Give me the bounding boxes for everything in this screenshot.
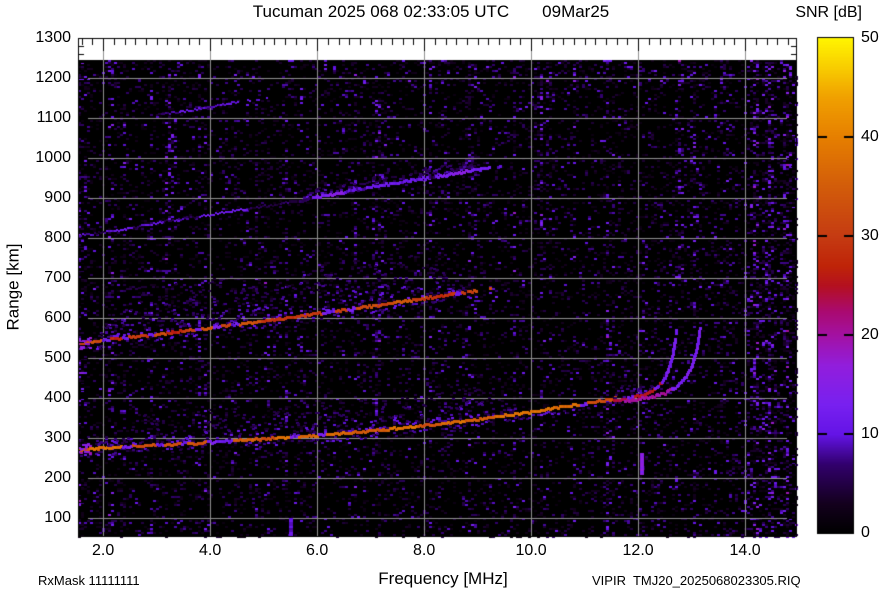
title-station-datetime: Tucuman 2025 068 02:33:05 UTC [252, 2, 510, 21]
rx-mask-label: RxMask 11111111 [38, 573, 140, 588]
page-title: Tucuman 2025 068 02:33:05 UTC 09Mar25 [0, 2, 862, 22]
ionogram-page: Tucuman 2025 068 02:33:05 UTC 09Mar25 SNR… [0, 0, 884, 595]
y-tick-label: 200 [44, 468, 71, 486]
colorbar-tick-label: 50 [861, 29, 879, 46]
colorbar-tick-label: 10 [861, 425, 879, 442]
colorbar-tick-label: 40 [861, 128, 879, 145]
y-tick-label: 500 [44, 348, 71, 366]
colorbar-tick-label: 30 [861, 227, 879, 244]
colorbar-tick-label: 0 [861, 524, 870, 541]
x-tick-label: 6.0 [306, 542, 329, 559]
title-date-short: 09Mar25 [542, 2, 610, 21]
y-tick-label: 600 [44, 308, 71, 326]
x-axis-title: Frequency [MHz] [378, 569, 508, 588]
y-tick-label: 1300 [35, 29, 71, 46]
x-tick-label: 8.0 [413, 542, 436, 559]
y-tick-label: 300 [44, 428, 71, 446]
colorbar-tick-label: 20 [861, 326, 879, 343]
data-file-label: VIPIR TMJ20_2025068023305.RIQ [592, 573, 801, 588]
y-tick-label: 1200 [35, 68, 71, 86]
y-tick-label: 700 [44, 268, 71, 286]
y-tick-label: 400 [44, 388, 71, 406]
y-tick-label: 900 [44, 188, 71, 206]
colorbar-title: SNR [dB] [795, 4, 862, 21]
x-tick-label: 4.0 [199, 542, 222, 559]
x-tick-label: 14.0 [729, 542, 761, 559]
x-tick-label: 12.0 [622, 542, 654, 559]
y-tick-label: 1000 [35, 148, 71, 166]
y-tick-label: 800 [44, 228, 71, 246]
y-tick-label: 1100 [36, 108, 71, 126]
y-tick-label: 100 [44, 508, 71, 526]
x-tick-label: 2.0 [92, 542, 115, 559]
ionogram-plot-canvas [0, 0, 884, 595]
x-tick-label: 10.0 [515, 542, 547, 559]
